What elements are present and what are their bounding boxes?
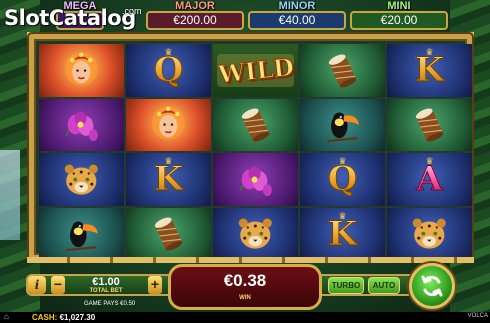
jaguar-symbol-icon — [213, 208, 298, 261]
reel-cell-2-0 — [39, 153, 124, 206]
drum-symbol-icon — [126, 208, 211, 261]
orchid-symbol-icon — [39, 99, 124, 152]
cash-label: CASH: — [32, 313, 58, 322]
woman-symbol-icon — [126, 99, 211, 152]
drum-symbol-icon — [213, 99, 298, 152]
reel-cell-3-0 — [39, 207, 124, 261]
crown-icon: ♛ — [338, 156, 347, 166]
jackpot-minor: MINOR €40.00 — [248, 0, 346, 30]
spin-arrows-icon — [421, 275, 443, 297]
reel-cell-2-2 — [213, 153, 298, 206]
jackpot-mini: MINI €20.00 — [350, 0, 448, 30]
jaguar-symbol-icon — [39, 153, 124, 206]
info-button[interactable]: i — [28, 276, 46, 294]
bet-increase-button[interactable]: + — [148, 276, 162, 294]
bet-decrease-button[interactable]: − — [51, 276, 65, 294]
reel-cell-1-1 — [126, 98, 211, 152]
reel-cell-0-1: ♛ Q — [126, 44, 211, 97]
reel-cell-1-2 — [213, 98, 298, 152]
reel-cell-0-4: ♛ K — [387, 44, 472, 97]
reel-cell-0-2: WILD — [213, 44, 298, 97]
win-value: €0.38 — [223, 271, 267, 290]
watermark-logo: SlotCatalog — [4, 6, 136, 30]
game-pays-text: GAME PAYS €0.50 — [84, 301, 136, 307]
home-icon[interactable]: ⌂ — [4, 313, 16, 321]
reel-cell-1-0 — [39, 98, 124, 152]
jackpot-minor-value: €40.00 — [248, 11, 346, 30]
reel-cell-3-4 — [387, 207, 472, 261]
spin-button[interactable] — [409, 263, 455, 309]
provider-brand: VOLCA — [467, 313, 488, 319]
cash-value: €1,027.30 — [59, 313, 96, 322]
jackpot-major: MAJOR €200.00 — [146, 0, 244, 30]
reel-cell-0-3 — [300, 44, 385, 97]
jaguar-symbol-icon — [387, 208, 472, 261]
reel-cell-0-0 — [39, 44, 124, 97]
drum-symbol-icon — [300, 44, 385, 97]
reel-cell-3-1 — [126, 207, 211, 261]
control-panel: i − €1.00 TOTAL BET + GAME PAYS €0.50 €0… — [0, 262, 490, 312]
drum-symbol-icon — [387, 99, 472, 152]
woman-symbol-icon — [39, 44, 124, 97]
reel-cell-2-4: ♛ A — [387, 153, 472, 206]
wild-symbol: WILD — [216, 51, 295, 89]
crown-icon: ♛ — [338, 210, 347, 221]
reel-frame: ♛ Q WILD ♛ K ♛ K ♛ Q ♛ A ♛ K — [29, 34, 472, 260]
jackpot-mini-value: €20.00 — [350, 11, 448, 30]
total-bet-value: €1.00 — [92, 276, 120, 288]
jackpot-major-value: €200.00 — [146, 11, 244, 30]
crown-icon: ♛ — [164, 47, 173, 57]
reel-cell-3-3: ♛ K — [300, 207, 385, 260]
reel-cell-3-2 — [213, 207, 298, 261]
game-screen: MEGA MAJOR €200.00 MINOR €40.00 MINI €20… — [0, 0, 490, 323]
reel-grid: ♛ Q WILD ♛ K ♛ K ♛ Q ♛ A ♛ K — [39, 44, 472, 260]
cash-display: CASH: €1,027.30 — [32, 313, 95, 322]
reel-cell-1-4 — [387, 98, 472, 152]
win-label: WIN — [239, 295, 251, 301]
turbo-button[interactable]: TURBO — [328, 277, 364, 294]
autoplay-button[interactable]: AUTO — [368, 277, 400, 294]
total-bet-label: TOTAL BET — [89, 288, 123, 294]
orchid-symbol-icon — [213, 153, 298, 206]
crown-icon: ♛ — [425, 47, 434, 57]
waterfall — [0, 150, 20, 240]
crown-icon: ♛ — [425, 156, 434, 166]
toucan-symbol-icon — [300, 99, 385, 152]
crown-icon: ♛ — [164, 156, 173, 166]
toucan-symbol-icon — [39, 208, 124, 261]
reel-cell-2-1: ♛ K — [126, 153, 211, 206]
reel-cell-2-3: ♛ Q — [300, 153, 385, 206]
reel-cell-1-3 — [300, 98, 385, 152]
watermark-suffix: .com — [122, 6, 142, 16]
